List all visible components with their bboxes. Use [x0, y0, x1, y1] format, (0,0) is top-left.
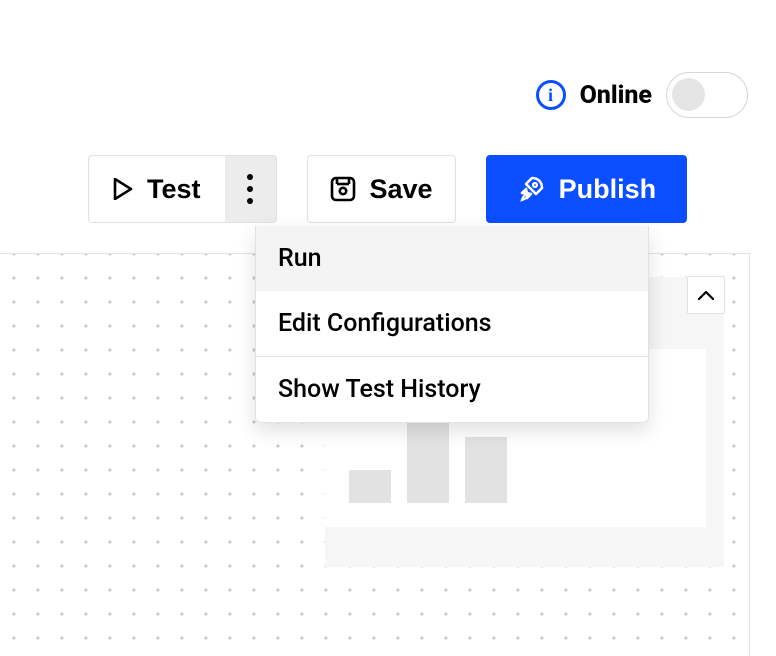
dropdown-item-show-test-history[interactable]: Show Test History [256, 357, 648, 422]
chevron-up-icon [698, 286, 714, 305]
dropdown-item-label: Run [278, 244, 322, 273]
toggle-knob [672, 78, 705, 111]
dropdown-item-label: Edit Configurations [278, 309, 492, 338]
more-vertical-icon [247, 174, 253, 204]
chart-bar [465, 437, 507, 503]
save-button[interactable]: Save [307, 155, 456, 223]
save-disk-icon [330, 176, 356, 202]
status-bar: i Online [536, 72, 748, 118]
save-button-label: Save [370, 174, 433, 205]
test-dropdown: Run Edit Configurations Show Test Histor… [255, 226, 649, 423]
status-label: Online [580, 81, 652, 110]
online-toggle[interactable] [666, 72, 748, 118]
play-icon [113, 178, 133, 200]
chart-bar [349, 470, 391, 503]
info-icon[interactable]: i [536, 80, 566, 110]
test-button[interactable]: Test [88, 155, 225, 223]
test-button-label: Test [147, 174, 201, 205]
dropdown-item-run[interactable]: Run [256, 226, 648, 291]
publish-button-label: Publish [559, 174, 657, 205]
toolbar: Test Save Publish [88, 155, 687, 223]
publish-button[interactable]: Publish [486, 155, 688, 223]
rocket-icon [517, 175, 545, 203]
collapse-button[interactable] [687, 276, 725, 314]
dropdown-item-label: Show Test History [278, 375, 481, 404]
more-button[interactable] [225, 155, 277, 223]
dropdown-item-edit-configurations[interactable]: Edit Configurations [256, 291, 648, 356]
